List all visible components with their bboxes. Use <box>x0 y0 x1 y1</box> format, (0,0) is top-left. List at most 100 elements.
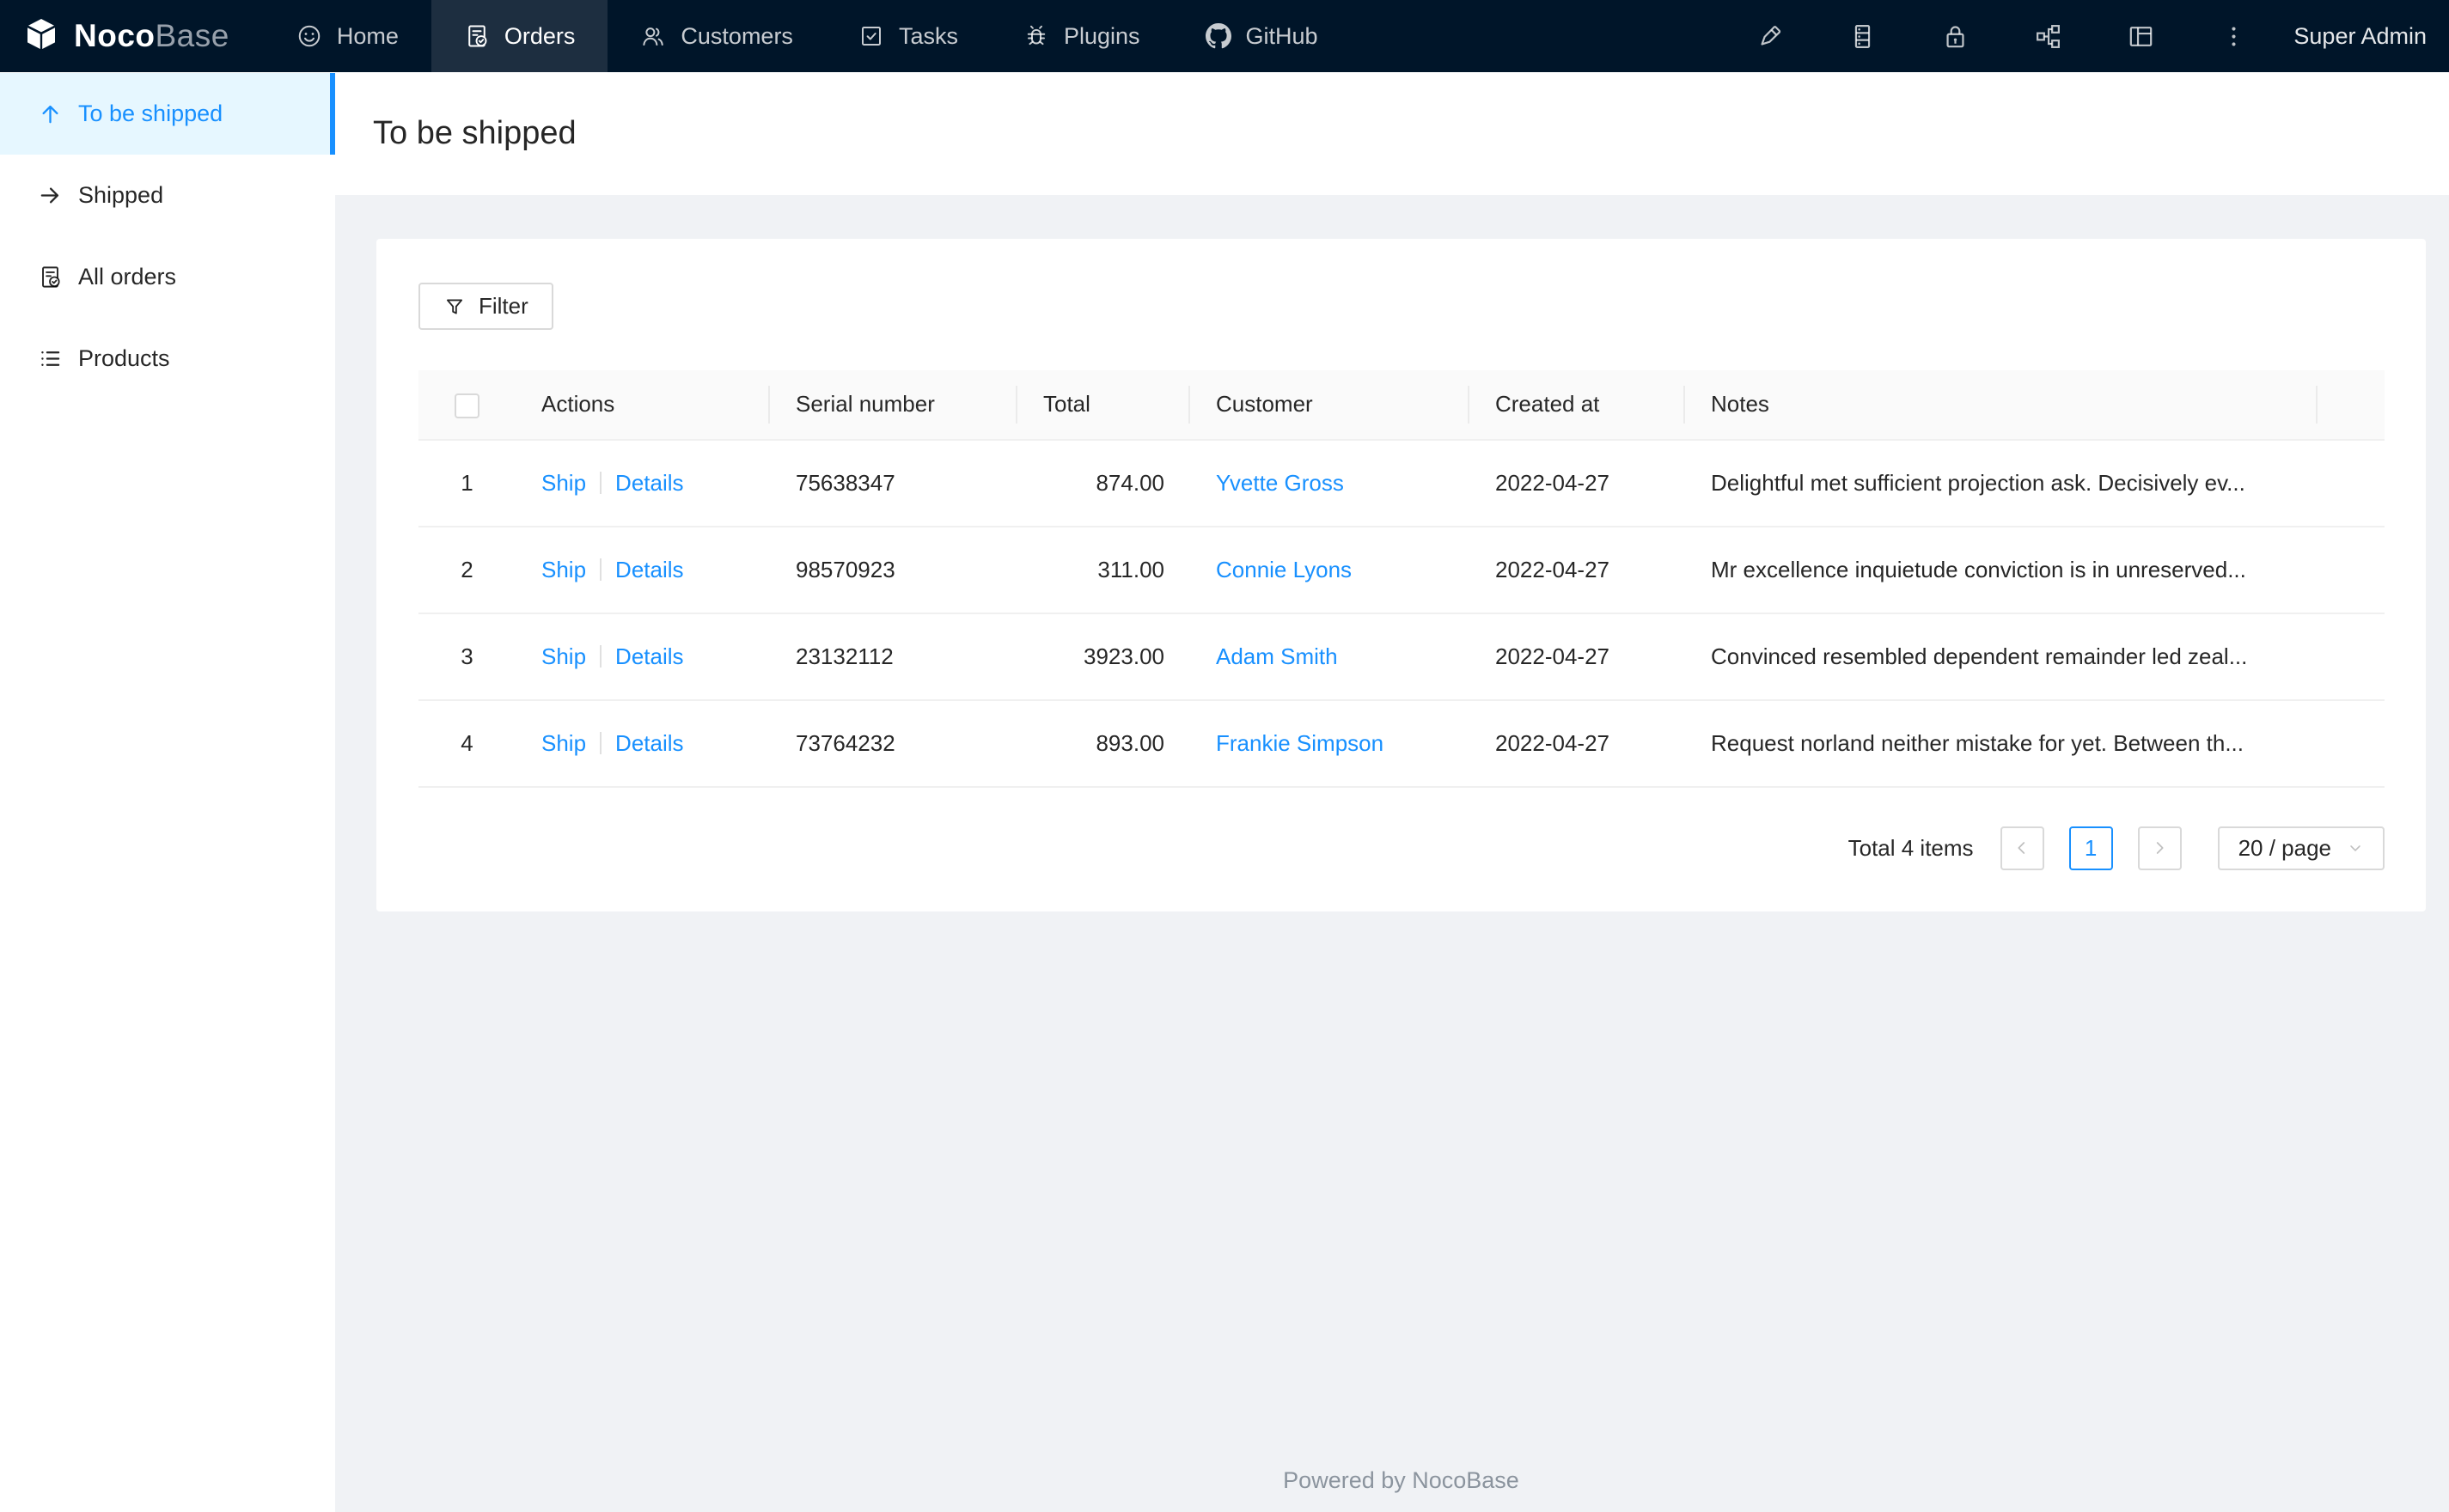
chevron-right-icon <box>2156 842 2164 854</box>
chevron-down-icon <box>2350 845 2360 851</box>
sidebar-item-label: To be shipped <box>78 101 223 126</box>
workflow-button[interactable] <box>2001 0 2094 72</box>
brand-text: NocoBase <box>74 18 229 53</box>
customer-link[interactable]: Yvette Gross <box>1216 470 1344 496</box>
serial-number-cell: 98570923 <box>770 526 1017 614</box>
brand-logo[interactable]: NocoBase <box>0 0 264 72</box>
partition-icon <box>2036 24 2060 48</box>
notes-cell: Convinced resembled dependent remainder … <box>1685 613 2318 701</box>
sidebar-item-products[interactable]: Products <box>0 318 335 399</box>
table-row: 4 Ship Details 73764232 893.00 Frankie Si… <box>418 699 2385 788</box>
page-body: Filter Actions Serial number Total Custo… <box>335 195 2449 1512</box>
nav-item-github[interactable]: GitHub <box>1173 0 1351 72</box>
nav-item-label: Plugins <box>1063 22 1140 49</box>
permissions-button[interactable] <box>1909 0 2001 72</box>
nocobase-cube-icon <box>27 19 55 49</box>
chevron-left-icon <box>2018 842 2025 854</box>
spacer-cell <box>2318 699 2385 788</box>
details-link[interactable]: Details <box>615 470 683 496</box>
column-header-notes: Notes <box>1685 370 2318 441</box>
nav-item-label: Customers <box>681 22 793 49</box>
column-header-actions: Actions <box>516 370 770 441</box>
nav-item-orders[interactable]: Orders <box>431 0 608 72</box>
actions-divider <box>600 471 602 494</box>
row-index: 3 <box>418 613 516 701</box>
filter-button[interactable]: Filter <box>418 283 553 330</box>
sidebar-item-shipped[interactable]: Shipped <box>0 155 335 236</box>
details-link[interactable]: Details <box>615 730 683 756</box>
team-icon <box>640 23 666 49</box>
app-root: NocoBase Home Orders Customers Tasks Plu… <box>0 0 2449 1512</box>
serial-number-cell: 73764232 <box>770 699 1017 788</box>
page-size-value: 20 / page <box>2238 834 2331 861</box>
ellipsis-vertical-icon <box>2232 27 2236 46</box>
customer-cell: Frankie Simpson <box>1190 699 1469 788</box>
page-size-select[interactable]: 20 / page <box>2217 826 2385 870</box>
sidebar-item-to-be-shipped[interactable]: To be shipped <box>0 73 335 155</box>
filter-funnel-icon <box>446 298 463 314</box>
customer-cell: Connie Lyons <box>1190 526 1469 614</box>
customer-link[interactable]: Connie Lyons <box>1216 557 1352 582</box>
serial-number-cell: 23132112 <box>770 613 1017 701</box>
ship-link[interactable]: Ship <box>541 643 586 669</box>
nav-item-label: GitHub <box>1245 22 1318 49</box>
nav-item-plugins[interactable]: Plugins <box>991 0 1173 72</box>
details-link[interactable]: Details <box>615 643 683 669</box>
footer-text: Powered by NocoBase <box>1283 1467 1519 1493</box>
row-index: 2 <box>418 526 516 614</box>
main-menu: Home Orders Customers Tasks Plugins GitH… <box>264 0 1351 72</box>
collections-button[interactable] <box>1816 0 1909 72</box>
actions-divider <box>600 731 602 754</box>
layout-button[interactable] <box>2094 0 2187 72</box>
sidebar-item-label: All orders <box>78 264 177 290</box>
content-area: To be shipped Filter Actions Serial numb… <box>335 72 2449 1512</box>
row-actions: Ship Details <box>516 699 770 788</box>
select-all-checkbox[interactable] <box>455 393 479 418</box>
file-done-icon <box>42 266 60 288</box>
row-index: 4 <box>418 699 516 788</box>
total-cell: 893.00 <box>1017 699 1190 788</box>
column-header-created-at: Created at <box>1469 370 1685 441</box>
pagination-page-1[interactable]: 1 <box>2068 826 2113 870</box>
ship-link[interactable]: Ship <box>541 557 586 582</box>
customer-cell: Yvette Gross <box>1190 439 1469 527</box>
nav-item-tasks[interactable]: Tasks <box>826 0 991 72</box>
table-row: 1 Ship Details 75638347 874.00 Yvette Gro… <box>418 439 2385 527</box>
nav-item-customers[interactable]: Customers <box>608 0 826 72</box>
table-header-row: Actions Serial number Total Customer Cre… <box>418 370 2385 441</box>
ship-link[interactable]: Ship <box>541 470 586 496</box>
nav-item-label: Home <box>336 22 399 49</box>
filter-button-label: Filter <box>479 293 528 319</box>
total-cell: 874.00 <box>1017 439 1190 527</box>
total-cell: 3923.00 <box>1017 613 1190 701</box>
row-actions: Ship Details <box>516 526 770 614</box>
lock-icon <box>1946 25 1964 47</box>
customer-link[interactable]: Adam Smith <box>1216 643 1338 669</box>
sidebar-item-label: Shipped <box>78 182 164 208</box>
spacer-cell <box>2318 439 2385 527</box>
created-at-cell: 2022-04-27 <box>1469 613 1685 701</box>
pagination-prev-button[interactable] <box>2000 826 2044 870</box>
user-name[interactable]: Super Admin <box>2280 23 2427 50</box>
nav-item-home[interactable]: Home <box>264 0 431 72</box>
customer-cell: Adam Smith <box>1190 613 1469 701</box>
created-at-cell: 2022-04-27 <box>1469 439 1685 527</box>
smile-icon <box>296 23 322 49</box>
highlight-icon <box>1761 25 1781 46</box>
database-icon <box>1854 24 1871 48</box>
sidebar-item-all-orders[interactable]: All orders <box>0 236 335 318</box>
row-actions: Ship Details <box>516 439 770 527</box>
column-header-total: Total <box>1017 370 1190 441</box>
created-at-cell: 2022-04-27 <box>1469 699 1685 788</box>
pagination-next-button[interactable] <box>2137 826 2182 870</box>
column-header-serial-number: Serial number <box>770 370 1017 441</box>
actions-divider <box>600 558 602 581</box>
customer-link[interactable]: Frankie Simpson <box>1216 730 1383 756</box>
ui-editor-button[interactable] <box>1723 0 1816 72</box>
created-at-cell: 2022-04-27 <box>1469 526 1685 614</box>
ship-link[interactable]: Ship <box>541 730 586 756</box>
details-link[interactable]: Details <box>615 557 683 582</box>
sidebar: To be shipped Shipped All orders Product… <box>0 72 335 1512</box>
check-square-icon <box>858 23 884 49</box>
more-button[interactable] <box>2187 0 2280 72</box>
